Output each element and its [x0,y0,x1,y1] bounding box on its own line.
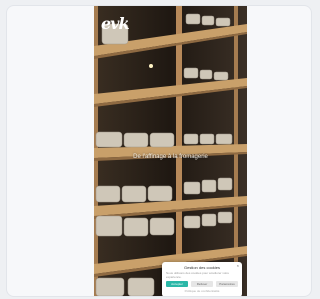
refuse-cookies-button[interactable]: Refuser [191,281,213,287]
close-icon[interactable]: × [237,263,239,268]
cookie-button-row: Accepter Refuser Paramètres [166,281,238,287]
hero-tagline: De l'affinage à la fromagerie [133,154,208,160]
preview-card: evk De l'affinage à la fromagerie × Gest… [6,5,312,297]
cheese-cellar-photo [94,6,247,296]
cookie-title: Gestion des cookies [183,265,221,270]
accept-cookies-button[interactable]: Accepter [166,281,188,287]
cookie-consent-banner: × Gestion des cookies Nous utilisons des… [162,262,242,296]
mobile-page-screenshot: evk De l'affinage à la fromagerie × Gest… [94,6,247,296]
cookie-settings-button[interactable]: Paramètres [216,281,238,287]
privacy-link[interactable]: Politique de confidentialité [166,289,238,293]
cookie-text: Nous utilisons des cookies pour améliore… [166,271,230,279]
brand-logo[interactable]: evk [101,14,130,33]
